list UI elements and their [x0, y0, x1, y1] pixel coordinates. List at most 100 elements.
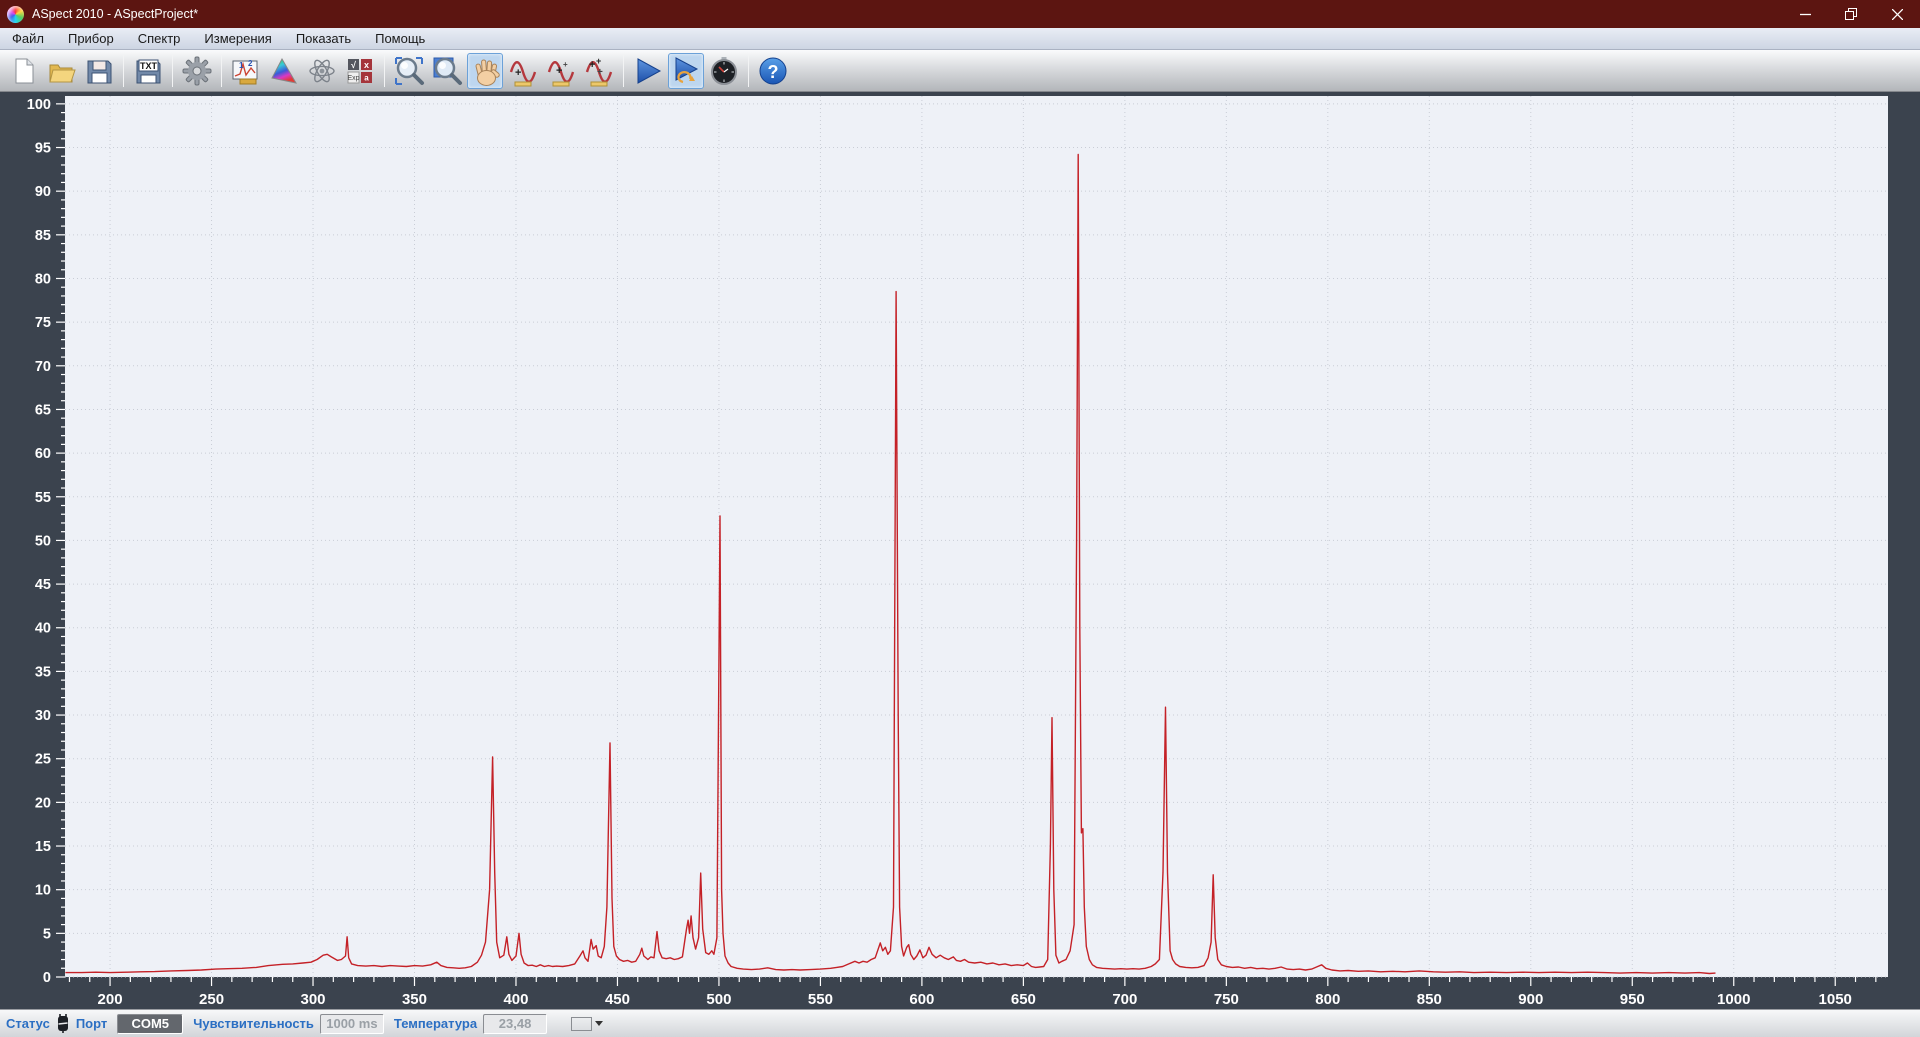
open-file-button[interactable] — [43, 53, 79, 89]
wave-plus-ref-icon: + + — [545, 55, 577, 87]
svg-text:+: + — [515, 67, 521, 79]
svg-text:1: 1 — [239, 61, 244, 70]
continuous-measurement-button[interactable] — [668, 53, 704, 89]
open-folder-icon — [46, 56, 76, 86]
x-axis-label: 500 — [706, 991, 731, 1008]
chart-region: 0510152025303540455055606570758085909510… — [0, 92, 1920, 1009]
language-dropdown-arrow[interactable] — [595, 1021, 603, 1026]
port-value-field[interactable]: COM5 — [117, 1014, 183, 1034]
y-axis-label: 90 — [35, 184, 51, 200]
toolbar-separator — [748, 55, 749, 87]
toolbar-separator — [172, 55, 173, 87]
x-axis-label: 300 — [301, 991, 326, 1008]
restore-button[interactable] — [1828, 0, 1874, 28]
zoom-area-button[interactable] — [429, 53, 465, 89]
menu-bar: Файл Прибор Спектр Измерения Показать По… — [0, 28, 1920, 50]
add-dark-spectrum-button[interactable]: + + + — [581, 53, 617, 89]
title-bar: ASpect 2010 - ASpectProject* — [0, 0, 1920, 28]
color-gamut-icon — [269, 56, 299, 86]
minimize-button[interactable] — [1782, 0, 1828, 28]
help-icon: ? — [757, 55, 789, 87]
y-axis-label: 80 — [35, 271, 51, 287]
svg-text:TXT: TXT — [140, 61, 158, 71]
play-repeat-icon — [670, 55, 702, 87]
zoom-button[interactable] — [391, 53, 427, 89]
menu-file[interactable]: Файл — [0, 28, 56, 49]
svg-text:√: √ — [351, 60, 356, 70]
atom-analysis-button[interactable] — [304, 53, 340, 89]
x-axis-label: 850 — [1417, 991, 1442, 1008]
x-axis-label: 900 — [1518, 991, 1543, 1008]
port-label: Порт — [76, 1016, 107, 1031]
status-bar: Статус Порт COM5 Чувствительность 1000 m… — [0, 1009, 1920, 1037]
x-axis-label: 250 — [199, 991, 224, 1008]
new-document-button[interactable] — [5, 53, 41, 89]
menu-instrument[interactable]: Прибор — [56, 28, 126, 49]
y-axis-label: 60 — [35, 446, 51, 462]
close-button[interactable] — [1874, 0, 1920, 28]
timer-button[interactable] — [706, 53, 742, 89]
toolbar: TXT 1 2 — [0, 50, 1920, 92]
add-reference-spectrum-button[interactable]: + + — [543, 53, 579, 89]
svg-text:+: + — [596, 56, 601, 66]
x-axis-label: 950 — [1620, 991, 1645, 1008]
y-axis-label: 50 — [35, 533, 51, 549]
language-flag-russia[interactable] — [571, 1017, 592, 1031]
app-logo-icon — [7, 6, 24, 23]
save-button[interactable] — [81, 53, 117, 89]
status-label: Статус — [6, 1016, 50, 1031]
math-functions-icon: √ x Exp a — [345, 56, 375, 86]
add-spectrum-button[interactable]: + — [505, 53, 541, 89]
y-axis-label: 45 — [35, 577, 51, 593]
new-document-icon — [8, 56, 38, 86]
y-axis-label: 0 — [43, 970, 51, 986]
x-axis-label: 200 — [98, 991, 123, 1008]
start-measurement-button[interactable] — [630, 53, 666, 89]
app-window: ASpect 2010 - ASpectProject* Файл Прибор… — [0, 0, 1920, 1037]
y-axis-label: 35 — [35, 664, 51, 680]
y-axis-label: 70 — [35, 359, 51, 375]
x-axis-label: 450 — [605, 991, 630, 1008]
x-axis-label: 750 — [1214, 991, 1239, 1008]
svg-text:+: + — [597, 67, 603, 78]
sensitivity-value-field[interactable]: 1000 ms — [320, 1014, 384, 1034]
pan-hand-icon — [470, 56, 500, 86]
close-icon — [1892, 9, 1903, 20]
window-title: ASpect 2010 - ASpectProject* — [32, 7, 198, 21]
measurement-view-button[interactable]: 1 2 — [228, 53, 264, 89]
flag-stripe-red — [572, 1026, 591, 1030]
y-axis-label: 40 — [35, 621, 51, 637]
x-axis-label: 800 — [1315, 991, 1340, 1008]
settings-button[interactable] — [179, 53, 215, 89]
export-txt-button[interactable]: TXT — [130, 53, 166, 89]
x-axis-label: 400 — [503, 991, 528, 1008]
math-functions-button[interactable]: √ x Exp a — [342, 53, 378, 89]
toolbar-separator — [623, 55, 624, 87]
svg-text:Exp: Exp — [347, 75, 359, 82]
help-button[interactable]: ? — [755, 53, 791, 89]
menu-help[interactable]: Помощь — [363, 28, 437, 49]
y-axis-label: 55 — [35, 490, 51, 506]
svg-text:+: + — [556, 65, 562, 77]
y-axis-label: 20 — [35, 795, 51, 811]
menu-measurements[interactable]: Измерения — [192, 28, 283, 49]
plot-area[interactable] — [65, 96, 1888, 977]
spectrum-chart[interactable]: 0510152025303540455055606570758085909510… — [0, 92, 1920, 1009]
svg-text:x: x — [364, 60, 369, 70]
temperature-value-field[interactable]: 23,48 — [483, 1014, 547, 1034]
atom-icon — [306, 55, 338, 87]
y-axis-label: 100 — [27, 97, 51, 113]
y-axis-label: 95 — [35, 141, 51, 157]
zoom-area-icon — [431, 55, 463, 87]
menu-spectrum[interactable]: Спектр — [126, 28, 193, 49]
svg-text:a: a — [364, 73, 369, 82]
color-measurement-button[interactable] — [266, 53, 302, 89]
y-axis-label: 25 — [35, 752, 51, 768]
pan-tool-button[interactable] — [467, 53, 503, 89]
x-axis-label: 600 — [909, 991, 934, 1008]
x-axis-label: 550 — [808, 991, 833, 1008]
save-floppy-icon — [84, 56, 114, 86]
x-axis-label: 1050 — [1819, 991, 1852, 1008]
menu-show[interactable]: Показать — [284, 28, 363, 49]
y-axis-label: 75 — [35, 315, 51, 331]
